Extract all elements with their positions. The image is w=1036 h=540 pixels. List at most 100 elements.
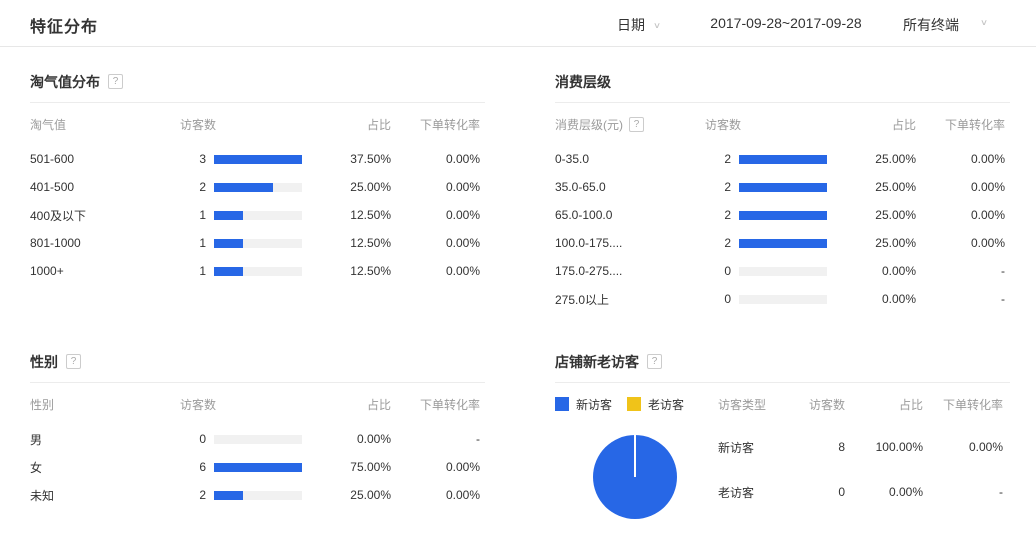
panel-title: 消费层级 — [555, 72, 611, 92]
table-row: 老访客00.00%- — [718, 478, 1003, 506]
legend-item-old-visitor[interactable]: 老访客 — [627, 396, 684, 413]
table-row: 男0 0.00%- — [30, 425, 485, 453]
panel-title-row: 消费层级 — [555, 70, 1010, 103]
cell-share: 12.50% — [302, 236, 391, 250]
visitors-bar-fill — [214, 463, 302, 472]
help-icon[interactable]: ? — [66, 354, 81, 369]
cell-visitors: 8 — [786, 440, 845, 454]
cell-conversion: 0.00% — [916, 208, 1005, 222]
cell-label: 801-1000 — [30, 236, 180, 250]
cell-conversion: 0.00% — [391, 208, 480, 222]
visitors-bar-fill — [739, 211, 827, 220]
date-range-picker[interactable]: 2017-09-28~2017-09-28 — [703, 15, 869, 31]
table-header: 淘气值 访客数 占比 下单转化率 — [30, 103, 485, 145]
visitors-bar — [206, 267, 302, 276]
cell-visitors: 2 — [705, 152, 731, 166]
cell-share: 25.00% — [302, 488, 391, 502]
table-header: 消费层级(元) ? 访客数 占比 下单转化率 — [555, 103, 1010, 145]
cell-visitor-type: 新访客 — [718, 439, 786, 456]
column-header-share: 占比 — [827, 116, 916, 133]
cell-conversion: - — [916, 292, 1005, 306]
terminal-dropdown[interactable]: 所有终端 — [903, 15, 959, 35]
table-row: 501-600337.50%0.00% — [30, 145, 485, 173]
cell-conversion: - — [391, 432, 480, 446]
table-row: 275.0以上00.00%- — [555, 285, 1010, 313]
cell-label: 女 — [30, 459, 180, 476]
cell-label: 175.0-275.... — [555, 264, 705, 278]
visitors-bar — [731, 155, 827, 164]
cell-share: 25.00% — [827, 152, 916, 166]
column-header-label: 消费层级(元) ? — [555, 116, 705, 133]
help-icon[interactable]: ? — [108, 74, 123, 89]
table-row: 65.0-100.0225.00%0.00% — [555, 201, 1010, 229]
visitors-bar-fill — [214, 239, 243, 248]
table-row: 100.0-175....225.00%0.00% — [555, 229, 1010, 257]
table-row: 175.0-275....00.00%- — [555, 257, 1010, 285]
cell-label: 100.0-175.... — [555, 236, 705, 250]
cell-conversion: 0.00% — [916, 236, 1005, 250]
visitors-bar-fill — [739, 183, 827, 192]
panel-title: 性别 — [30, 352, 58, 372]
cell-conversion: 0.00% — [391, 488, 480, 502]
legend-swatch-new-icon — [555, 397, 569, 411]
column-header-conversion: 下单转化率 — [923, 396, 1003, 413]
cell-visitors: 0 — [180, 432, 206, 446]
table-body: 0-35.0225.00%0.00%35.0-65.0225.00%0.00%6… — [555, 145, 1010, 313]
table-header: 访客类型 访客数 占比 下单转化率 — [718, 383, 1003, 425]
cell-share: 0.00% — [845, 485, 923, 499]
cell-conversion: 0.00% — [391, 180, 480, 194]
cell-label: 1000+ — [30, 264, 180, 278]
table-row: 新访客8100.00%0.00% — [718, 433, 1003, 461]
table-row: 1000+112.50%0.00% — [30, 257, 485, 285]
column-header-visitors: 访客数 — [786, 396, 845, 413]
table-body: 501-600337.50%0.00%401-500225.00%0.00%40… — [30, 145, 485, 285]
visitors-bar — [206, 155, 302, 164]
cell-visitors: 2 — [705, 236, 731, 250]
table-header: 性别 访客数 占比 下单转化率 — [30, 383, 485, 425]
visitors-bar-fill — [214, 491, 243, 500]
cell-visitors: 0 — [705, 264, 731, 278]
legend-label: 新访客 — [576, 396, 612, 413]
cell-visitors: 1 — [180, 236, 206, 250]
cell-visitors: 3 — [180, 152, 206, 166]
cell-visitors: 1 — [180, 264, 206, 278]
panel-title-row: 性别 ? — [30, 350, 485, 383]
column-header-label: 淘气值 — [30, 116, 180, 133]
cell-visitor-type: 老访客 — [718, 484, 786, 501]
column-header-share: 占比 — [302, 116, 391, 133]
cell-visitors: 2 — [705, 180, 731, 194]
pie-chart — [593, 435, 677, 519]
column-header-share: 占比 — [302, 396, 391, 413]
panel-gender: 性别 ? 性别 访客数 占比 下单转化率 男00.00%-女675.00%0.0… — [30, 350, 485, 509]
column-header-text: 淘气值 — [30, 116, 66, 133]
date-type-dropdown[interactable]: 日期∨ — [617, 15, 661, 35]
cell-visitors: 2 — [180, 180, 206, 194]
column-header-label: 性别 — [30, 396, 180, 413]
cell-label: 未知 — [30, 487, 180, 504]
table-row: 女675.00%0.00% — [30, 453, 485, 481]
cell-visitors: 2 — [180, 488, 206, 502]
terminal-label: 所有终端 — [903, 17, 959, 33]
help-icon[interactable]: ? — [647, 354, 662, 369]
cell-share: 0.00% — [827, 264, 916, 278]
column-header-visitors: 访客数 — [180, 396, 302, 413]
table-row: 801-1000112.50%0.00% — [30, 229, 485, 257]
cell-share: 0.00% — [302, 432, 391, 446]
legend-swatch-old-icon — [627, 397, 641, 411]
cell-conversion: 0.00% — [391, 152, 480, 166]
visitors-bar — [731, 211, 827, 220]
cell-label: 男 — [30, 431, 180, 448]
help-icon[interactable]: ? — [629, 117, 644, 132]
legend-item-new-visitor[interactable]: 新访客 — [555, 396, 612, 413]
panel-title-row: 淘气值分布 ? — [30, 70, 485, 103]
cell-share: 37.50% — [302, 152, 391, 166]
cell-share: 100.00% — [845, 440, 923, 454]
date-type-label: 日期 — [617, 17, 645, 33]
cell-label: 35.0-65.0 — [555, 180, 705, 194]
cell-share: 0.00% — [827, 292, 916, 306]
chart-legend: 新访客 老访客 — [555, 396, 699, 413]
cell-visitors: 2 — [705, 208, 731, 222]
chevron-down-icon[interactable]: ∨ — [980, 18, 988, 28]
cell-share: 12.50% — [302, 264, 391, 278]
visitors-bar-fill — [214, 155, 302, 164]
